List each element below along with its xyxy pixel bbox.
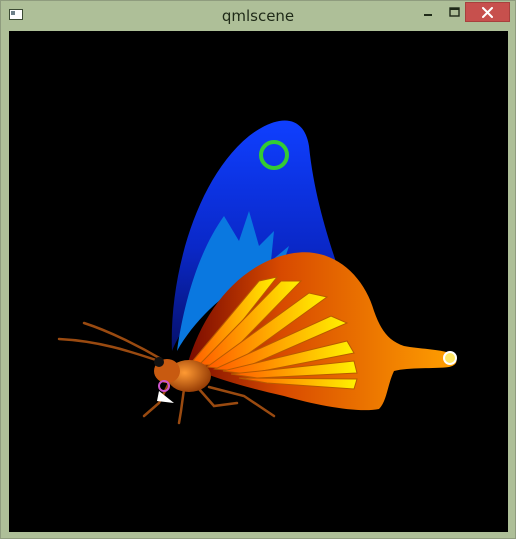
qml-scene-viewport[interactable] — [9, 31, 508, 532]
title-bar[interactable]: qmlscene — [1, 1, 515, 31]
close-icon — [482, 6, 493, 18]
maximize-button[interactable] — [441, 2, 467, 22]
maximize-icon — [448, 7, 460, 17]
butterfly-image[interactable] — [9, 31, 508, 532]
close-button[interactable] — [465, 2, 510, 22]
wing-tail-dot — [443, 351, 457, 365]
antennae — [57, 321, 163, 363]
mouth-part — [157, 391, 174, 403]
minimize-button[interactable] — [415, 2, 441, 22]
butterfly-eye — [154, 357, 164, 367]
app-window: qmlscene — [0, 0, 516, 539]
minimize-icon — [424, 14, 432, 16]
legs — [142, 381, 276, 425]
